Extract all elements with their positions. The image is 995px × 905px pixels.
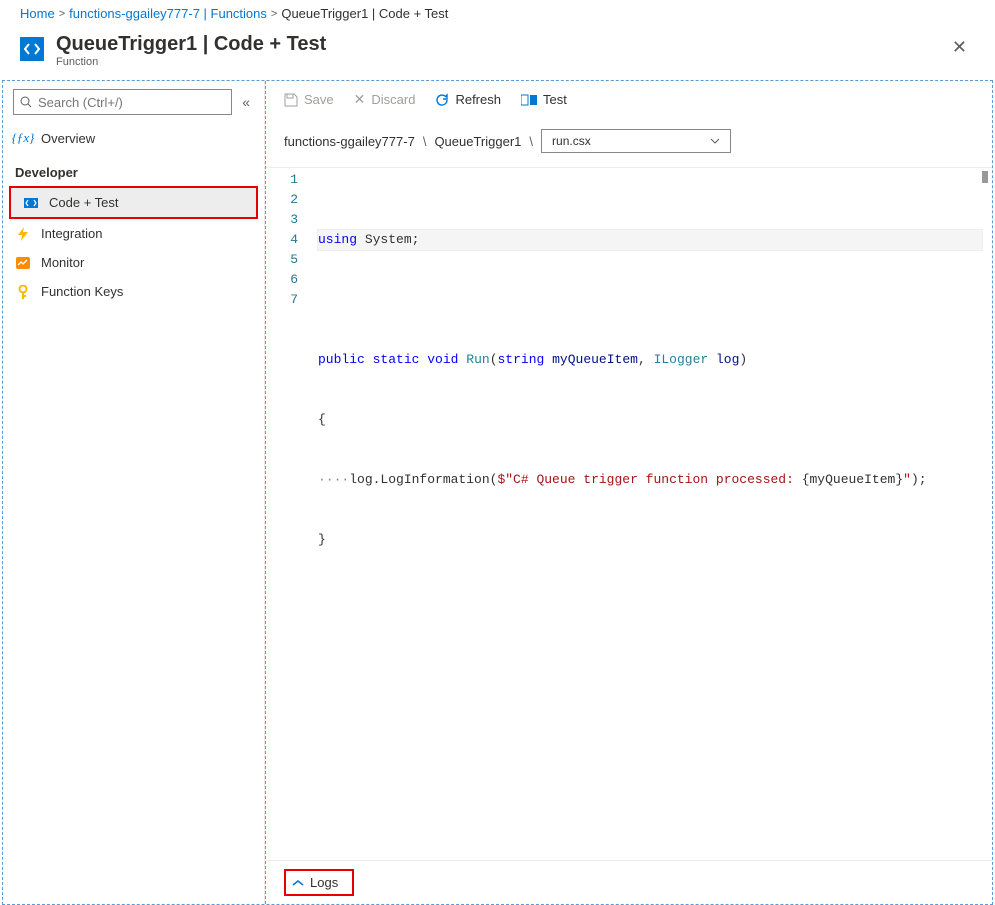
discard-label: Discard [371, 92, 415, 107]
nav-code-test[interactable]: Code + Test [11, 188, 256, 217]
search-row: « [3, 81, 264, 123]
nav-label: Function Keys [41, 284, 123, 299]
refresh-button[interactable]: Refresh [435, 92, 501, 107]
save-icon [284, 93, 298, 107]
code-line: public static void Run(string myQueueIte… [318, 350, 992, 370]
nav-overview[interactable]: {ƒx} Overview [3, 123, 264, 153]
main-pane: « {ƒx} Overview Developer Code + Test In… [2, 80, 993, 905]
breadcrumb: Home > functions-ggailey777-7 | Function… [0, 0, 995, 29]
logs-label: Logs [310, 875, 338, 890]
chevron-up-icon [292, 879, 304, 887]
file-dropdown[interactable]: run.csx [541, 129, 731, 153]
code-area[interactable]: using System; public static void Run(str… [308, 168, 992, 860]
close-icon[interactable]: ✕ [944, 33, 975, 62]
file-path-row: functions-ggailey777-7 \ QueueTrigger1 \… [266, 119, 992, 167]
breadcrumb-sep: > [271, 8, 277, 20]
refresh-label: Refresh [455, 92, 501, 107]
line-number: 3 [266, 210, 298, 230]
breadcrumb-home[interactable]: Home [20, 6, 55, 21]
line-gutter: 1 2 3 4 5 6 7 [266, 168, 308, 860]
section-developer: Developer [3, 153, 264, 186]
search-input-wrapper[interactable] [13, 89, 232, 115]
breadcrumb-current: QueueTrigger1 | Code + Test [281, 6, 448, 21]
chevron-down-icon [710, 138, 720, 144]
minimap-cursor [982, 171, 988, 183]
highlight-logs: Logs [284, 869, 354, 896]
path-sep: \ [423, 134, 427, 149]
function-icon: {ƒx} [15, 130, 31, 146]
search-icon [20, 96, 32, 108]
path-segment: QueueTrigger1 [434, 134, 521, 149]
code-line: { [318, 410, 992, 430]
highlight-code-test: Code + Test [9, 186, 258, 219]
test-label: Test [543, 92, 567, 107]
search-input[interactable] [38, 95, 225, 110]
nav-label: Code + Test [49, 195, 119, 210]
lightning-icon [15, 227, 31, 241]
code-line: ····log.LogInformation($"C# Queue trigge… [318, 470, 992, 490]
nav-label: Overview [41, 131, 95, 146]
code-icon [20, 37, 44, 61]
line-number: 2 [266, 190, 298, 210]
nav-monitor[interactable]: Monitor [3, 248, 264, 277]
discard-button[interactable]: ✕ Discard [354, 91, 416, 108]
nav-label: Integration [41, 226, 102, 241]
save-label: Save [304, 92, 334, 107]
code-editor[interactable]: 1 2 3 4 5 6 7 using System; public stati… [266, 167, 992, 860]
line-number: 5 [266, 250, 298, 270]
monitor-icon [15, 257, 31, 269]
file-dropdown-value: run.csx [552, 134, 591, 148]
breadcrumb-functions[interactable]: functions-ggailey777-7 | Functions [69, 6, 267, 21]
breadcrumb-sep: > [59, 8, 65, 20]
path-segment: functions-ggailey777-7 [284, 134, 415, 149]
code-line [318, 590, 992, 610]
code-line [318, 290, 992, 310]
nav-integration[interactable]: Integration [3, 219, 264, 248]
code-icon [23, 198, 39, 208]
collapse-sidebar-icon[interactable]: « [238, 92, 254, 112]
discard-icon: ✕ [354, 91, 366, 108]
line-number: 4 [266, 230, 298, 250]
page-header: QueueTrigger1 | Code + Test Function ✕ [0, 29, 995, 80]
key-icon [15, 285, 31, 299]
nav-label: Monitor [41, 255, 84, 270]
sidebar: « {ƒx} Overview Developer Code + Test In… [3, 81, 265, 904]
path-sep: \ [529, 134, 533, 149]
code-line: } [318, 530, 992, 550]
logs-panel-toggle[interactable]: Logs [266, 860, 992, 904]
content: Save ✕ Discard Refresh Test functions-gg… [265, 81, 992, 904]
code-line: using System; [318, 230, 982, 250]
line-number: 7 [266, 290, 298, 310]
line-number: 6 [266, 270, 298, 290]
refresh-icon [435, 93, 449, 107]
test-icon [521, 94, 537, 106]
page-subtitle: Function [56, 56, 326, 68]
toolbar: Save ✕ Discard Refresh Test [266, 81, 992, 119]
nav-function-keys[interactable]: Function Keys [3, 277, 264, 306]
line-number: 1 [266, 170, 298, 190]
page-title: QueueTrigger1 | Code + Test [56, 33, 326, 56]
save-button[interactable]: Save [284, 92, 334, 107]
test-button[interactable]: Test [521, 92, 567, 107]
